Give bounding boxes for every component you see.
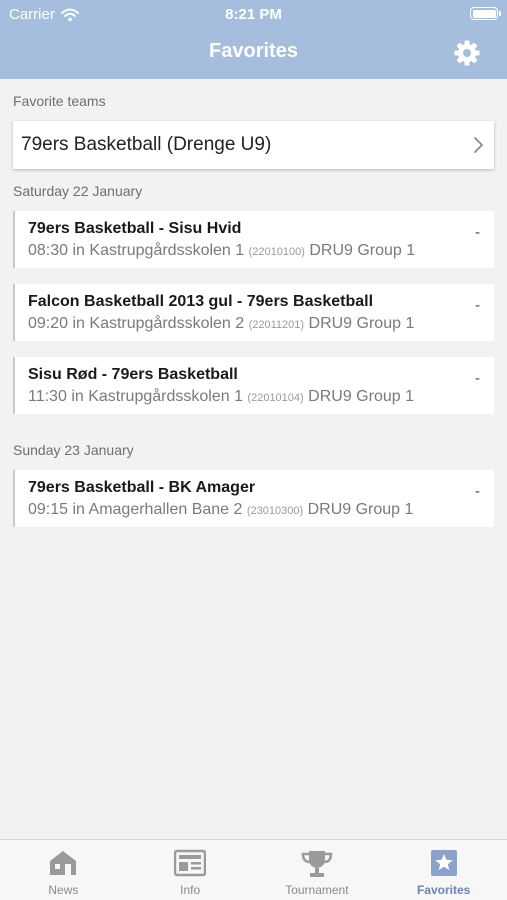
match-score: - xyxy=(475,297,480,314)
match-title: 79ers Basketball - BK Amager xyxy=(28,479,256,496)
tab-favorites[interactable]: Favorites xyxy=(380,840,507,900)
tab-news[interactable]: News xyxy=(0,840,127,900)
gear-icon[interactable] xyxy=(453,39,481,67)
match-venue: in Kastrupgårdsskolen 1 xyxy=(72,242,245,259)
match-code: (22010104) xyxy=(247,392,304,404)
match-title: Falcon Basketball 2013 gul - 79ers Baske… xyxy=(28,293,374,310)
tab-label: Favorites xyxy=(416,883,471,897)
match-score: - xyxy=(475,483,480,500)
battery-icon xyxy=(470,7,501,20)
tab-label: Tournament xyxy=(285,883,349,897)
newspaper-icon xyxy=(174,849,207,877)
match-venue: in Kastrupgårdsskolen 1 xyxy=(71,388,243,405)
tab-bar: News Info Tournament Favorites xyxy=(0,839,507,900)
match-detail: 08:30 in Kastrupgårdsskolen 1 (22010100)… xyxy=(28,242,415,260)
match-venue: in Amagerhallen Bane 2 xyxy=(72,501,243,518)
match-detail: 09:15 in Amagerhallen Bane 2 (23010300) … xyxy=(28,501,413,519)
match-score: - xyxy=(475,370,480,387)
tab-tournament[interactable]: Tournament xyxy=(254,840,381,900)
match-group: DRU9 Group 1 xyxy=(308,388,414,405)
day-header-saturday: Saturday 22 January xyxy=(13,183,143,199)
match-time: 09:20 xyxy=(28,315,69,332)
status-time: 8:21 PM xyxy=(225,6,282,23)
match-group: DRU9 Group 1 xyxy=(309,242,416,259)
match-group: DRU9 Group 1 xyxy=(308,315,415,332)
match-detail: 11:30 in Kastrupgårdsskolen 1 (22010104)… xyxy=(28,388,414,406)
match-title: Sisu Rød - 79ers Basketball xyxy=(28,366,238,383)
house-icon xyxy=(50,851,77,875)
match-code: (23010300) xyxy=(246,505,304,517)
page-title: Favorites xyxy=(209,40,298,62)
tab-label: Info xyxy=(180,883,201,897)
match-venue: in Kastrupgårdsskolen 2 xyxy=(72,315,245,332)
match-row[interactable]: Sisu Rød - 79ers Basketball 11:30 in Kas… xyxy=(13,357,494,414)
match-group: DRU9 Group 1 xyxy=(307,501,414,518)
match-time: 11:30 xyxy=(28,388,67,405)
match-detail: 09:20 in Kastrupgårdsskolen 2 (22011201)… xyxy=(28,315,414,333)
match-row[interactable]: 79ers Basketball - BK Amager 09:15 in Am… xyxy=(13,470,494,527)
match-time: 08:30 xyxy=(28,242,69,259)
match-title: 79ers Basketball - Sisu Hvid xyxy=(28,220,242,237)
trophy-icon xyxy=(301,851,333,877)
match-row[interactable]: Falcon Basketball 2013 gul - 79ers Baske… xyxy=(13,284,494,341)
match-score: - xyxy=(475,224,480,241)
match-code: (22011201) xyxy=(248,319,305,331)
chevron-right-icon xyxy=(474,137,483,153)
tab-info[interactable]: Info xyxy=(127,840,254,900)
team-name: 79ers Basketball (Drenge U9) xyxy=(21,134,272,155)
favorite-team-row[interactable]: 79ers Basketball (Drenge U9) xyxy=(13,121,494,169)
match-code: (22010100) xyxy=(248,246,305,258)
match-row[interactable]: 79ers Basketball - Sisu Hvid 08:30 in Ka… xyxy=(13,211,494,268)
day-header-sunday: Sunday 23 January xyxy=(13,442,134,458)
navigation-header: Carrier 8:21 PM Favorites xyxy=(0,0,507,79)
tab-label: News xyxy=(48,883,79,897)
match-time: 09:15 xyxy=(28,501,69,518)
star-icon xyxy=(430,850,457,876)
favorite-teams-header: Favorite teams xyxy=(13,93,106,109)
status-bar: Carrier 8:21 PM xyxy=(0,0,507,28)
